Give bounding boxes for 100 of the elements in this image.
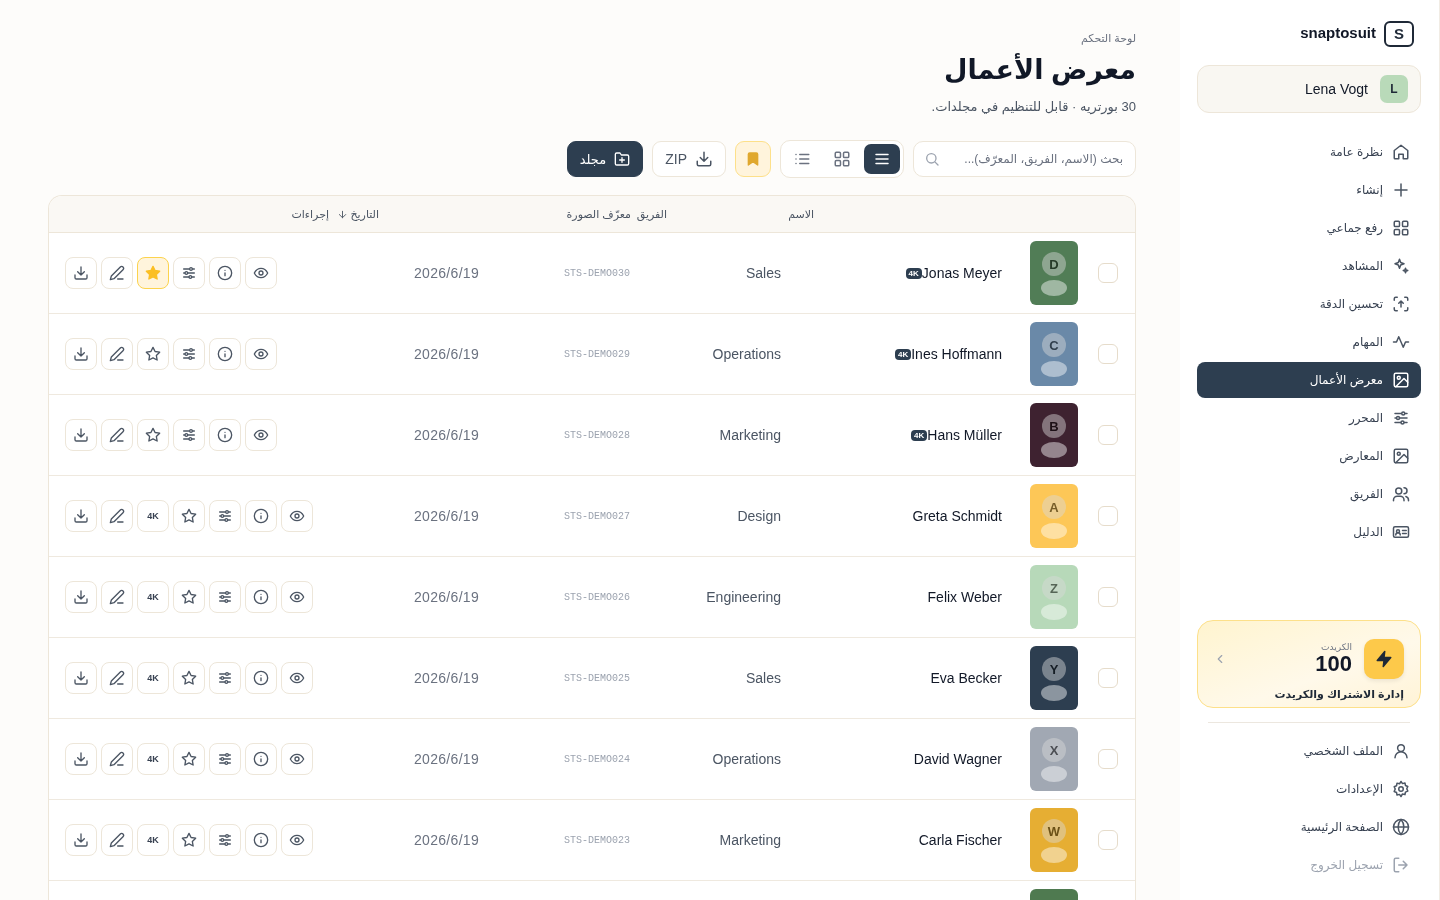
- star-icon: [145, 427, 161, 443]
- row-checkbox[interactable]: [1098, 425, 1118, 445]
- nav-item[interactable]: معرض الأعمال: [1197, 362, 1421, 398]
- download-button[interactable]: [65, 338, 97, 370]
- menu-item[interactable]: الملف الشخصي: [1197, 733, 1421, 769]
- info-button[interactable]: [245, 500, 277, 532]
- download-button[interactable]: [65, 581, 97, 613]
- upscale-button[interactable]: 4K: [137, 662, 169, 694]
- nav-item[interactable]: المهام: [1197, 324, 1421, 360]
- preview-button[interactable]: [245, 257, 277, 289]
- row-checkbox[interactable]: [1098, 830, 1118, 850]
- preview-button[interactable]: [281, 581, 313, 613]
- favorite-button[interactable]: [173, 662, 205, 694]
- search-field[interactable]: بحث (الاسم، الفريق، المعرّف)...: [913, 141, 1136, 177]
- rename-button[interactable]: [101, 257, 133, 289]
- nav-item[interactable]: إنشاء: [1197, 172, 1421, 208]
- plus-icon: [1392, 181, 1410, 199]
- download-button[interactable]: [65, 257, 97, 289]
- edit-settings-button[interactable]: [209, 581, 241, 613]
- download-button[interactable]: [65, 743, 97, 775]
- download-button[interactable]: [65, 662, 97, 694]
- menu-item[interactable]: الصفحة الرئيسية: [1197, 809, 1421, 845]
- nav-item[interactable]: المحرر: [1197, 400, 1421, 436]
- column-header[interactable]: الاسم: [667, 207, 814, 221]
- row-checkbox[interactable]: [1098, 668, 1118, 688]
- preview-button[interactable]: [245, 419, 277, 451]
- row-checkbox[interactable]: [1098, 587, 1118, 607]
- preview-button[interactable]: [245, 338, 277, 370]
- upscale-button[interactable]: 4K: [137, 500, 169, 532]
- edit-settings-button[interactable]: [209, 500, 241, 532]
- download-button[interactable]: [65, 824, 97, 856]
- download-icon: [73, 346, 89, 362]
- row-checkbox[interactable]: [1098, 344, 1118, 364]
- row-checkbox[interactable]: [1098, 263, 1118, 283]
- favorite-button[interactable]: [137, 338, 169, 370]
- rename-button[interactable]: [101, 338, 133, 370]
- column-header[interactable]: معرّف الصورة: [379, 207, 631, 221]
- edit-settings-button[interactable]: [173, 419, 205, 451]
- preview-button[interactable]: [281, 500, 313, 532]
- rename-button[interactable]: [101, 419, 133, 451]
- nav-item[interactable]: المعارض: [1197, 438, 1421, 474]
- info-button[interactable]: [245, 743, 277, 775]
- row-checkbox[interactable]: [1098, 506, 1118, 526]
- brand-name: snaptosuit: [1300, 23, 1376, 41]
- column-header[interactable]: إجراءات: [49, 207, 329, 221]
- preview-button[interactable]: [281, 824, 313, 856]
- user-card[interactable]: Lena Vogt L: [1197, 65, 1421, 113]
- favorite-button[interactable]: [173, 581, 205, 613]
- image-icon: [1392, 371, 1410, 389]
- download-icon: [73, 832, 89, 848]
- date-text: 2026/6/19: [414, 346, 479, 362]
- avatar-initial: W: [1042, 819, 1066, 843]
- favorite-button[interactable]: [173, 824, 205, 856]
- rename-button[interactable]: [101, 500, 133, 532]
- credits-label: الكريدت: [1320, 641, 1352, 652]
- grid-icon: [833, 150, 851, 168]
- upscale-button[interactable]: 4K: [137, 581, 169, 613]
- favorite-button[interactable]: [173, 500, 205, 532]
- info-button[interactable]: [245, 824, 277, 856]
- upscale-button[interactable]: 4K: [137, 824, 169, 856]
- new-folder-button[interactable]: مجلد: [566, 141, 644, 177]
- menu-item[interactable]: الإعدادات: [1197, 771, 1421, 807]
- nav-item[interactable]: رفع جماعي: [1197, 210, 1421, 246]
- favorite-button[interactable]: [137, 419, 169, 451]
- favorite-button[interactable]: [173, 743, 205, 775]
- info-button[interactable]: [245, 581, 277, 613]
- edit-settings-button[interactable]: [173, 338, 205, 370]
- info-button[interactable]: [209, 419, 241, 451]
- upscale-button[interactable]: 4K: [137, 743, 169, 775]
- nav-item[interactable]: الدليل: [1197, 514, 1421, 550]
- rename-button[interactable]: [101, 662, 133, 694]
- column-header[interactable]: الفريق: [631, 207, 667, 221]
- preview-button[interactable]: [281, 743, 313, 775]
- nav-item[interactable]: الفريق: [1197, 476, 1421, 512]
- edit-settings-button[interactable]: [209, 824, 241, 856]
- edit-settings-button[interactable]: [209, 662, 241, 694]
- rename-button[interactable]: [101, 824, 133, 856]
- row-checkbox[interactable]: [1098, 749, 1118, 769]
- column-header[interactable]: التاريخ: [329, 207, 379, 221]
- preview-button[interactable]: [281, 662, 313, 694]
- download-button[interactable]: [65, 500, 97, 532]
- image-id: STS-DEMO025: [564, 672, 630, 684]
- sliders-icon: [181, 427, 197, 443]
- eye-icon: [289, 670, 305, 686]
- info-button[interactable]: [245, 662, 277, 694]
- edit-settings-button[interactable]: [209, 743, 241, 775]
- rename-button[interactable]: [101, 743, 133, 775]
- zip-download-button[interactable]: ZIP: [652, 141, 726, 177]
- star-icon: [181, 589, 197, 605]
- view-button[interactable]: [864, 144, 900, 174]
- info-button[interactable]: [209, 338, 241, 370]
- users-icon: [1392, 485, 1410, 503]
- download-button[interactable]: [65, 419, 97, 451]
- nav-item[interactable]: المشاهد: [1197, 248, 1421, 284]
- edit-settings-button[interactable]: [173, 257, 205, 289]
- logout-icon: [1392, 856, 1410, 874]
- nav-item[interactable]: نظرة عامة: [1197, 134, 1421, 170]
- rename-button[interactable]: [101, 581, 133, 613]
- nav-item[interactable]: تحسين الدقة: [1197, 286, 1421, 322]
- info-button[interactable]: [209, 257, 241, 289]
